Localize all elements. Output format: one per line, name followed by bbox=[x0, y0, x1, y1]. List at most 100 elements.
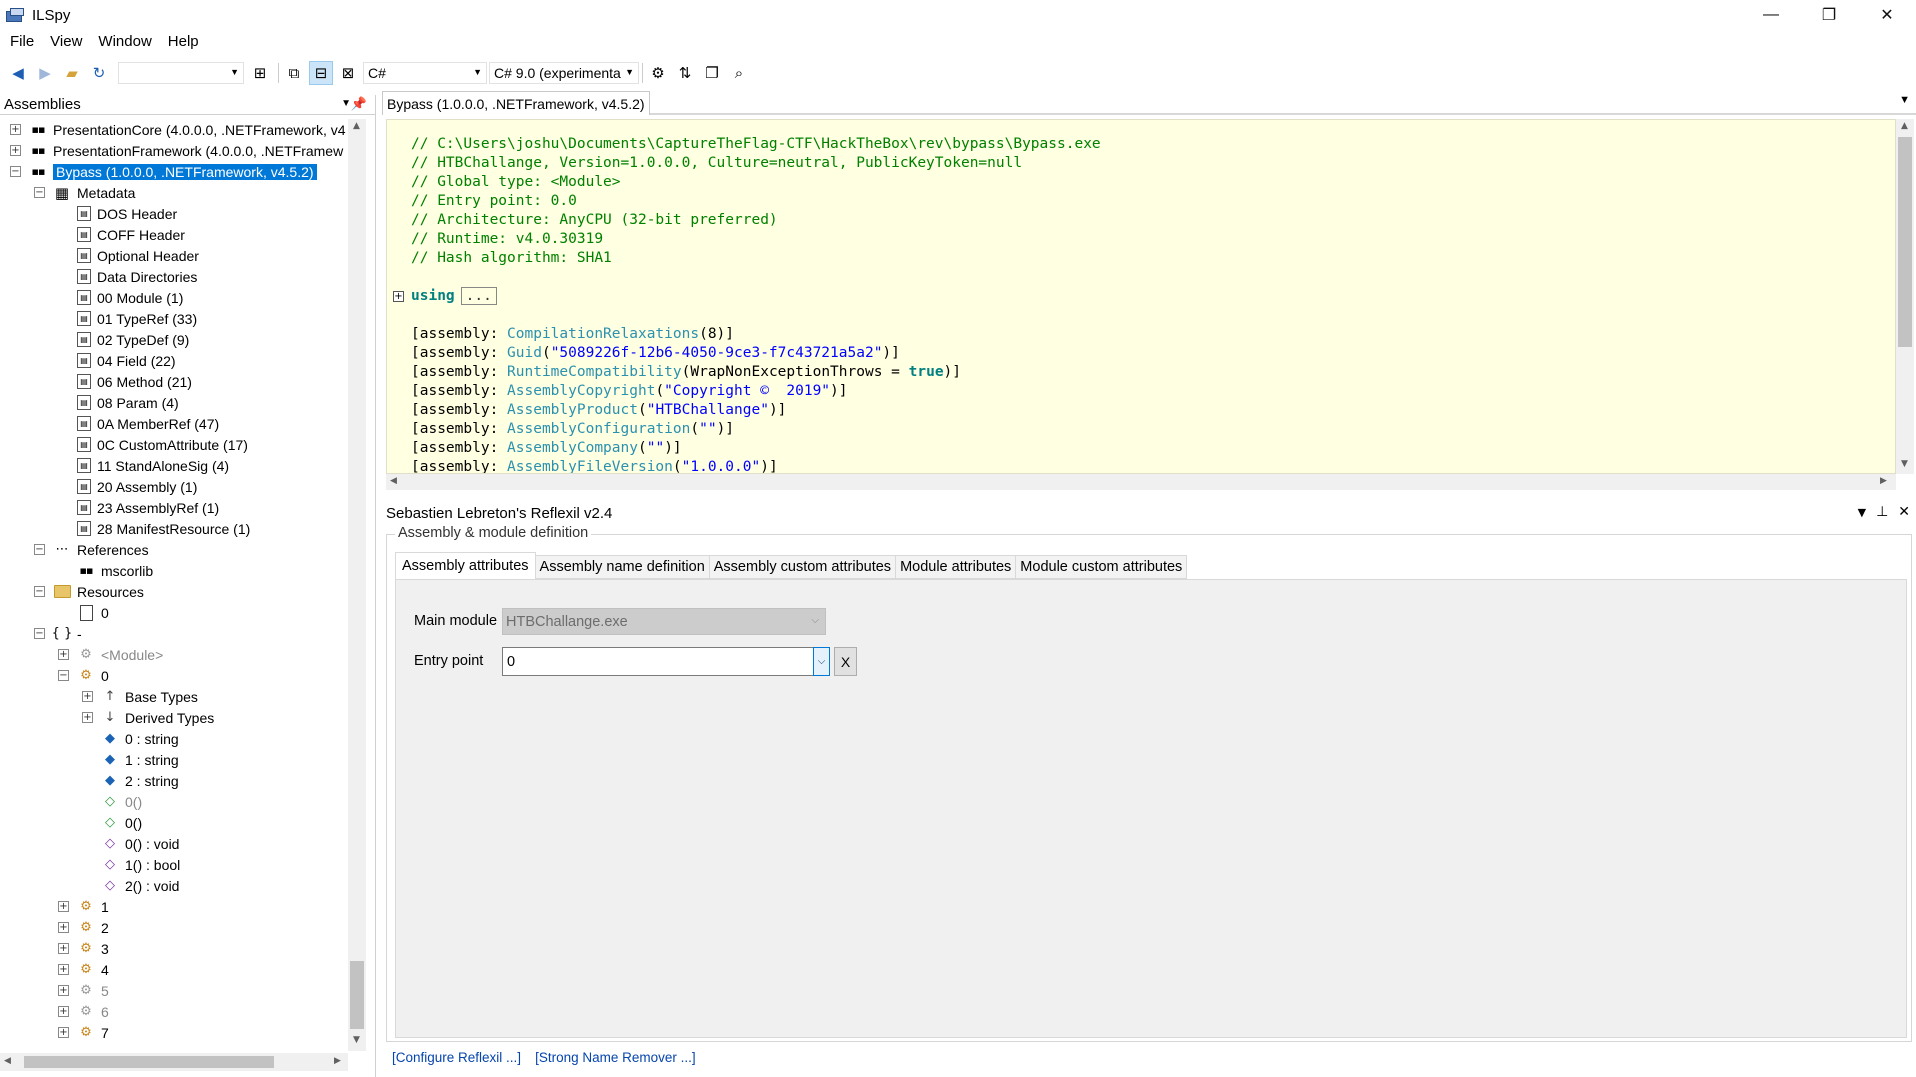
tree-node[interactable]: Optional Header bbox=[58, 245, 199, 266]
forward-icon[interactable]: ▶ bbox=[33, 61, 57, 85]
tree-node[interactable]: − Metadata bbox=[34, 182, 135, 203]
menu-help[interactable]: Help bbox=[160, 33, 207, 50]
tree-node[interactable]: 0() bbox=[82, 812, 142, 833]
back-icon[interactable]: ◀ bbox=[6, 61, 30, 85]
collapsed-using-button[interactable]: ... bbox=[460, 287, 497, 305]
tree-node[interactable]: +1 bbox=[58, 896, 109, 917]
close-icon[interactable]: ✕ bbox=[1898, 504, 1910, 520]
tree-node[interactable]: 00 Module (1) bbox=[58, 287, 183, 308]
scroll-down-icon[interactable]: ▼ bbox=[353, 1035, 360, 1045]
tree-node[interactable]: 0 : string bbox=[82, 728, 179, 749]
tab-module-attributes[interactable]: Module attributes bbox=[896, 555, 1017, 579]
open-folder-icon[interactable]: ▰ bbox=[60, 61, 84, 85]
restore-button[interactable]: ❐ bbox=[1800, 0, 1858, 30]
assembly-tree[interactable]: + PresentationCore (4.0.0.0, .NETFramewor… bbox=[0, 119, 346, 1051]
tree-node[interactable]: mscorlib bbox=[58, 560, 153, 581]
collapse-all-icon[interactable]: ⧉ bbox=[282, 61, 306, 85]
tree-node[interactable]: 2 : string bbox=[82, 770, 179, 791]
collapse-icon[interactable]: − bbox=[10, 166, 21, 177]
expand-icon[interactable]: + bbox=[58, 1027, 69, 1038]
strong-name-remover-link[interactable]: [Strong Name Remover ...] bbox=[535, 1050, 696, 1065]
tree-node[interactable]: − References bbox=[34, 539, 149, 560]
expand-fold-icon[interactable]: + bbox=[393, 291, 404, 302]
tree-node[interactable]: 23 AssemblyRef (1) bbox=[58, 497, 219, 518]
tree-node[interactable]: − Bypass (1.0.0.0, .NETFramework, v4.5.2) bbox=[10, 161, 317, 182]
tree-node[interactable]: 06 Method (21) bbox=[58, 371, 192, 392]
tree-node[interactable]: +2 bbox=[58, 917, 109, 938]
chevron-down-icon[interactable]: ▼ bbox=[341, 98, 351, 109]
tree-node[interactable]: 20 Assembly (1) bbox=[58, 476, 197, 497]
minimize-button[interactable]: — bbox=[1742, 0, 1800, 30]
tree-node[interactable]: DOS Header bbox=[58, 203, 177, 224]
scroll-left-icon[interactable]: ◀ bbox=[4, 1056, 11, 1066]
scroll-right-icon[interactable]: ▶ bbox=[1880, 476, 1887, 486]
manage-assemblies-icon[interactable]: ⊞ bbox=[248, 61, 272, 85]
tab-module-custom-attributes[interactable]: Module custom attributes bbox=[1016, 555, 1188, 579]
expand-icon[interactable]: + bbox=[82, 712, 93, 723]
expand-icon[interactable]: + bbox=[10, 124, 21, 135]
tab-assembly-custom-attributes[interactable]: Assembly custom attributes bbox=[709, 555, 897, 579]
expand-icon[interactable]: + bbox=[58, 964, 69, 975]
tree-horizontal-scrollbar[interactable]: ◀ ▶ bbox=[0, 1053, 348, 1071]
tree-node[interactable]: 1() : bool bbox=[82, 854, 180, 875]
code-horizontal-scrollbar[interactable]: ◀ ▶ bbox=[386, 474, 1896, 490]
expand-icon[interactable]: + bbox=[10, 145, 21, 156]
expand-icon[interactable]: + bbox=[82, 691, 93, 702]
tree-node[interactable]: 2() : void bbox=[82, 875, 179, 896]
tree-node[interactable]: 11 StandAloneSig (4) bbox=[58, 455, 229, 476]
code-vertical-scrollbar[interactable]: ▲ ▼ bbox=[1896, 119, 1914, 474]
collapse-icon[interactable]: − bbox=[34, 586, 45, 597]
tree-node[interactable]: 1 : string bbox=[82, 749, 179, 770]
entry-point-combo[interactable]: 0 ⌵ bbox=[502, 647, 830, 676]
scroll-left-icon[interactable]: ◀ bbox=[390, 476, 397, 486]
windows-icon[interactable]: ❐ bbox=[700, 61, 724, 85]
reload-icon[interactable]: ↻ bbox=[87, 61, 111, 85]
expand-icon[interactable]: + bbox=[58, 649, 69, 660]
close-button[interactable]: ✕ bbox=[1858, 0, 1916, 30]
tree-node[interactable]: 01 TypeRef (33) bbox=[58, 308, 197, 329]
menu-view[interactable]: View bbox=[42, 33, 90, 50]
assembly-list-combo[interactable]: ▼ bbox=[118, 62, 244, 84]
menu-file[interactable]: File bbox=[2, 33, 42, 50]
clear-entry-point-button[interactable]: X bbox=[834, 647, 857, 676]
language-combo[interactable]: C# ▼ bbox=[363, 62, 487, 84]
expand-icon[interactable]: + bbox=[58, 985, 69, 996]
tree-node[interactable]: 08 Param (4) bbox=[58, 392, 179, 413]
pin-icon[interactable]: 📌 bbox=[351, 96, 367, 112]
tree-node[interactable]: 02 TypeDef (9) bbox=[58, 329, 189, 350]
tree-node[interactable]: − Resources bbox=[34, 581, 144, 602]
tree-node[interactable]: −0 bbox=[58, 665, 109, 686]
tree-node[interactable]: 0 bbox=[58, 602, 109, 623]
tree-node[interactable]: +4 bbox=[58, 959, 109, 980]
tree-vertical-scrollbar[interactable]: ▲ ▼ bbox=[348, 119, 366, 1051]
tree-node[interactable]: COFF Header bbox=[58, 224, 185, 245]
tab-assembly-attributes[interactable]: Assembly attributes bbox=[395, 552, 536, 579]
language-version-combo[interactable]: C# 9.0 (experimenta ▼ bbox=[489, 62, 639, 84]
expand-icon[interactable]: + bbox=[58, 922, 69, 933]
options-gear-icon[interactable]: ⚙ bbox=[646, 61, 670, 85]
scrollbar-thumb[interactable] bbox=[1898, 137, 1912, 347]
scrollbar-thumb[interactable] bbox=[24, 1056, 274, 1068]
tree-node[interactable]: + PresentationFramework (4.0.0.0, .NETFra… bbox=[10, 140, 343, 161]
show-internal-icon[interactable]: ⊟ bbox=[309, 61, 333, 85]
show-all-icon[interactable]: ⊠ bbox=[336, 61, 360, 85]
tree-node[interactable]: 0C CustomAttribute (17) bbox=[58, 434, 248, 455]
tree-node[interactable]: Data Directories bbox=[58, 266, 197, 287]
tree-node[interactable]: 0A MemberRef (47) bbox=[58, 413, 219, 434]
search-icon[interactable]: ⌕ bbox=[727, 61, 751, 85]
tree-node[interactable]: −- bbox=[34, 623, 82, 644]
expand-icon[interactable]: + bbox=[58, 901, 69, 912]
tree-node[interactable]: 0() : void bbox=[82, 833, 179, 854]
tree-node[interactable]: + Base Types bbox=[82, 686, 198, 707]
tree-node[interactable]: + PresentationCore (4.0.0.0, .NETFramewor… bbox=[10, 119, 346, 140]
collapse-icon[interactable]: − bbox=[34, 187, 45, 198]
tree-node[interactable]: 28 ManifestResource (1) bbox=[58, 518, 250, 539]
document-tab[interactable]: Bypass (1.0.0.0, .NETFramework, v4.5.2) bbox=[382, 91, 650, 115]
tab-assembly-name-definition[interactable]: Assembly name definition bbox=[535, 555, 710, 579]
tree-node[interactable]: +7 bbox=[58, 1022, 109, 1043]
tree-node[interactable]: 0() bbox=[82, 791, 142, 812]
expand-icon[interactable]: + bbox=[58, 1006, 69, 1017]
expand-icon[interactable]: + bbox=[58, 943, 69, 954]
chevron-down-icon[interactable]: ▼ bbox=[1899, 94, 1910, 106]
tree-node[interactable]: + Derived Types bbox=[82, 707, 214, 728]
